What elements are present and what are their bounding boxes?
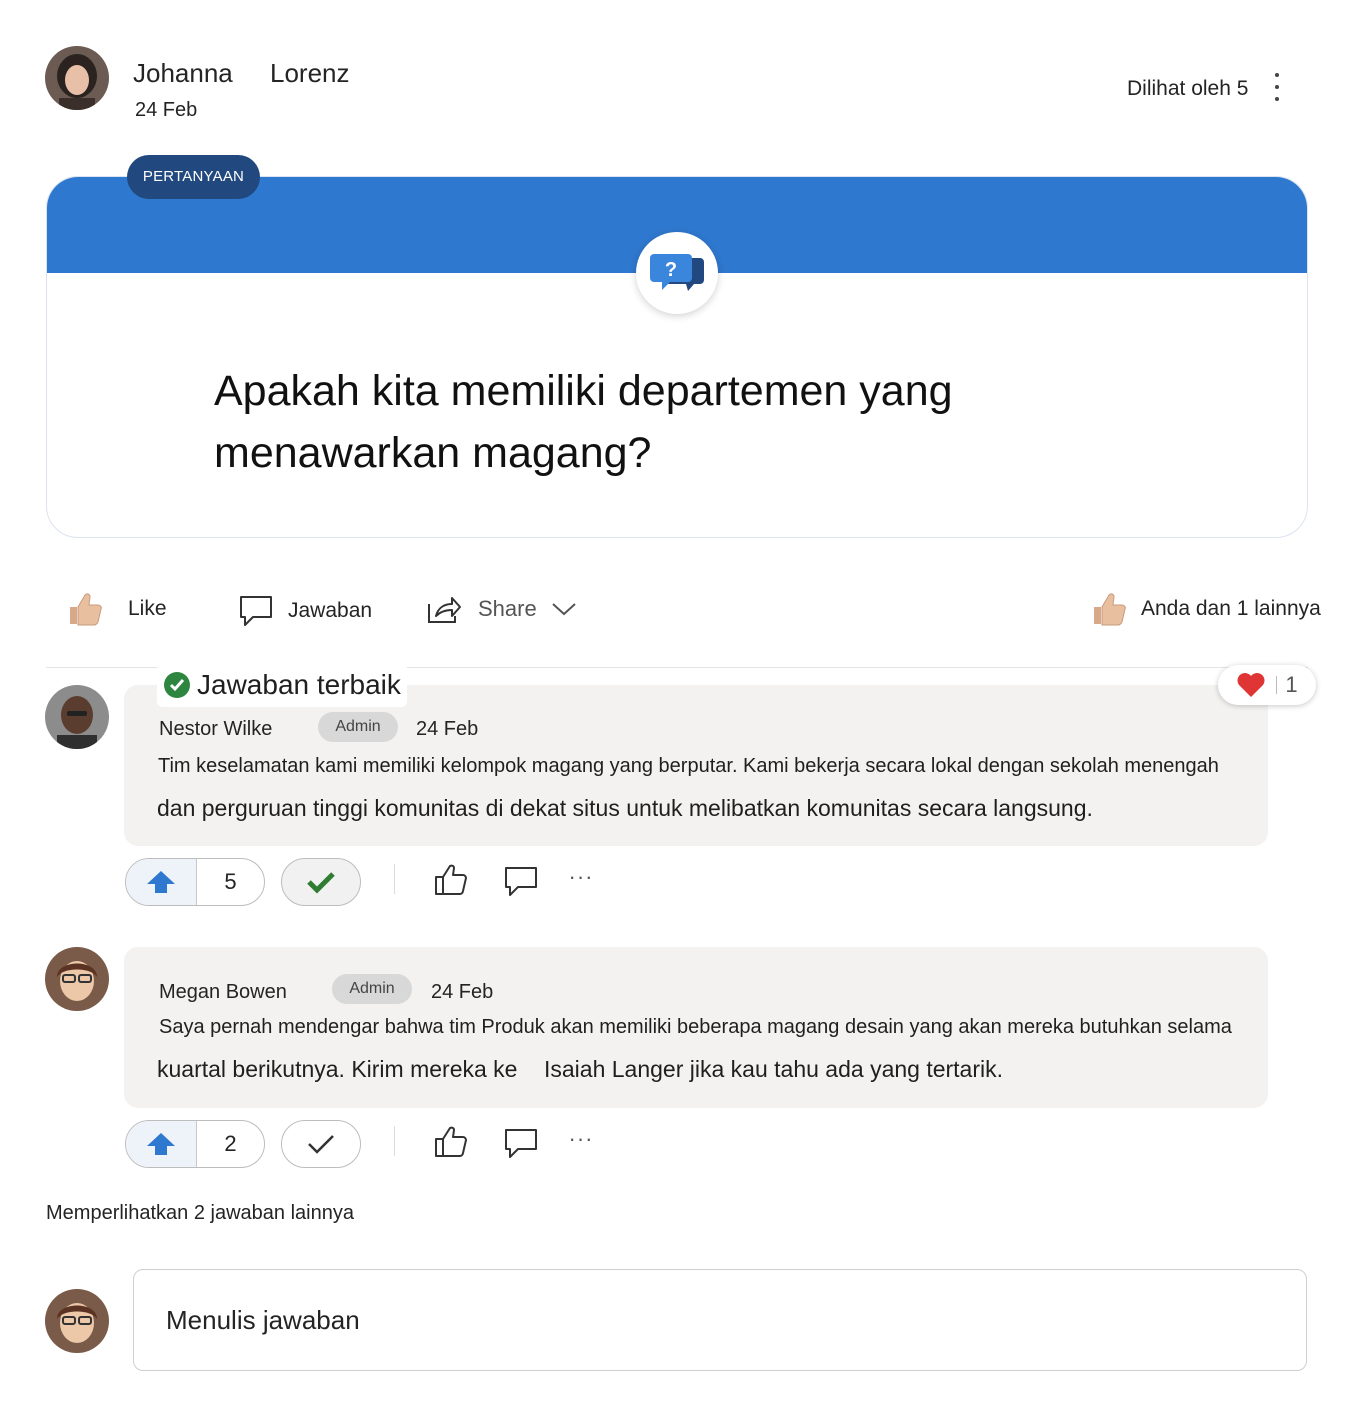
author-avatar[interactable]	[45, 46, 109, 110]
share-button[interactable]: Share	[426, 592, 577, 626]
arrow-up-icon	[147, 1133, 175, 1155]
current-user-avatar	[45, 1289, 109, 1353]
reply-avatar[interactable]	[45, 947, 109, 1011]
more-horizontal-icon[interactable]: ···	[566, 862, 596, 892]
reply-text-line-2a: kuartal berikutnya. Kirim mereka ke	[157, 1056, 518, 1082]
question-badge: PERTANYAAN	[127, 155, 260, 199]
comment-reply-button[interactable]	[503, 864, 539, 898]
vote-control: 5	[125, 858, 265, 906]
arrow-up-icon	[147, 871, 175, 893]
share-icon	[428, 597, 461, 623]
heart-count: 1	[1285, 672, 1298, 697]
heart-reaction[interactable]: 1	[1218, 665, 1316, 705]
thumbs-up-outline-icon	[435, 864, 467, 895]
comment-icon	[505, 867, 537, 896]
comment-reply-button[interactable]	[503, 1126, 539, 1160]
reactions-summary-text: Anda dan 1 lainnya	[1141, 597, 1321, 620]
author-last-name[interactable]: Lorenz	[270, 58, 350, 89]
question-line-2: menawarkan magang?	[214, 429, 652, 477]
reply-text-line-1: Tim keselamatan kami memiliki kelompok m…	[158, 755, 1219, 777]
accept-answer-button[interactable]	[281, 858, 361, 906]
upvote-button[interactable]	[126, 859, 197, 905]
vote-count: 2	[224, 1131, 237, 1156]
more-vertical-icon[interactable]	[1266, 70, 1288, 106]
vote-count: 5	[224, 869, 237, 894]
reply-date: 24 Feb	[416, 718, 479, 740]
thumbs-up-outline-icon	[435, 1126, 467, 1157]
upvote-button[interactable]	[126, 1121, 197, 1167]
accept-answer-button[interactable]	[281, 1120, 361, 1168]
reply-button[interactable]: Jawaban	[238, 594, 372, 628]
reply-author-name[interactable]: Nestor Wilke	[159, 718, 272, 741]
question-line-1: Apakah kita memiliki departemen yang	[214, 367, 953, 415]
more-horizontal-icon[interactable]: ···	[566, 1124, 596, 1154]
comment-icon	[240, 596, 272, 626]
action-separator	[394, 1126, 395, 1156]
heart-icon	[1237, 673, 1265, 697]
reply-text-line-1: Saya pernah mendengar bahwa tim Produk a…	[159, 1016, 1232, 1038]
admin-badge: Admin	[332, 974, 412, 1004]
share-label: Share	[478, 596, 537, 621]
best-answer-label: Jawaban terbaik	[157, 663, 407, 707]
admin-badge: Admin	[318, 712, 398, 742]
question-icon: ?	[636, 232, 718, 314]
mention-link[interactable]: Isaiah Langer jika kau tahu ada yang ter…	[544, 1056, 1003, 1083]
like-reply-button[interactable]	[432, 862, 470, 898]
author-first-name[interactable]: Johanna	[133, 58, 233, 89]
svg-text:?: ?	[665, 259, 677, 281]
reply-label: Jawaban	[288, 599, 373, 622]
reply-compose-input[interactable]: Menulis jawaban	[133, 1269, 1307, 1371]
reply-avatar[interactable]	[45, 685, 109, 749]
reply-date: 24 Feb	[431, 981, 494, 1003]
seen-by-count[interactable]: Dilihat oleh 5	[1127, 77, 1248, 101]
check-circle-icon	[164, 672, 190, 698]
reaction-separator	[1276, 676, 1278, 694]
like-label: Like	[128, 597, 167, 620]
checkmark-outline-icon	[308, 1135, 334, 1154]
reply-author-name[interactable]: Megan Bowen	[159, 981, 287, 1004]
question-text: Apakah kita memiliki departemen yang men…	[214, 360, 1034, 484]
show-more-replies-link[interactable]: Memperlihatkan 2 jawaban lainnya	[46, 1202, 354, 1225]
reply-text-line-2: dan perguruan tinggi komunitas di dekat …	[157, 795, 1093, 821]
like-reply-button[interactable]	[432, 1124, 470, 1160]
thumbs-up-icon	[1094, 593, 1126, 626]
like-button[interactable]: Like	[66, 590, 167, 628]
checkmark-icon	[307, 872, 335, 894]
reactions-summary[interactable]: Anda dan 1 lainnya	[1090, 590, 1321, 628]
action-separator	[394, 864, 395, 894]
best-answer-text: Jawaban terbaik	[197, 669, 401, 700]
post-date: 24 Feb	[135, 99, 198, 121]
vote-control: 2	[125, 1120, 265, 1168]
thumbs-up-icon	[70, 593, 102, 626]
comment-icon	[505, 1129, 537, 1158]
chevron-down-icon[interactable]	[551, 601, 577, 617]
